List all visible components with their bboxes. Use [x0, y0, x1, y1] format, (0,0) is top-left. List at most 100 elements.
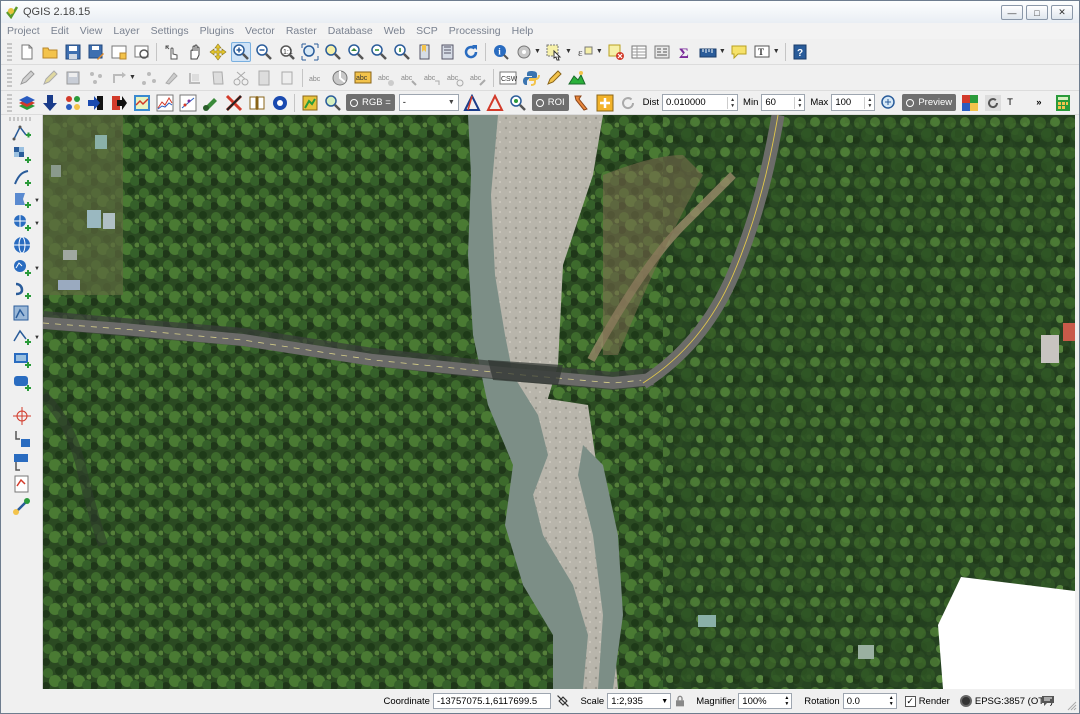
rotation-spinbox[interactable]: 0.0 ▲ ▼	[842, 693, 897, 709]
topology-checker-icon[interactable]	[11, 474, 33, 494]
min-spinbox[interactable]: 60 ▲ ▼	[761, 94, 806, 111]
menu-help[interactable]: Help	[512, 25, 534, 37]
gps-tools-icon[interactable]	[11, 452, 33, 472]
close-button[interactable]: ✕	[1051, 5, 1073, 20]
chevron-down-icon[interactable]: ▼	[34, 335, 40, 341]
move-label-icon[interactable]	[330, 68, 350, 88]
rgb-toggle[interactable]: RGB =	[346, 94, 395, 111]
add-delimited-text-icon[interactable]	[11, 168, 33, 188]
highlight-labels-icon[interactable]: abc	[307, 68, 327, 88]
add-feature-icon[interactable]	[86, 68, 106, 88]
redo-roi-icon[interactable]	[618, 93, 638, 113]
chevron-down-icon[interactable]: ▼	[34, 221, 40, 227]
toolbar-overflow-button[interactable]: »	[1036, 97, 1041, 108]
zoom-input-icon[interactable]	[508, 93, 528, 113]
new-spatialite-icon[interactable]	[11, 373, 33, 393]
zoom-roi-icon[interactable]	[323, 93, 343, 113]
menu-database[interactable]: Database	[328, 25, 373, 37]
rotate-label-icon[interactable]: abc	[353, 68, 373, 88]
statistics-icon[interactable]: Σ	[675, 42, 695, 62]
messages-icon[interactable]	[1041, 694, 1055, 707]
scp-dock-icon[interactable]	[132, 93, 152, 113]
render-checkbox[interactable]: ✓	[904, 695, 916, 707]
chevron-down-icon[interactable]: ▼	[34, 198, 40, 204]
add-wfs-icon[interactable]	[11, 258, 33, 278]
field-calculator-icon[interactable]	[652, 42, 672, 62]
classification-preview-icon[interactable]	[960, 93, 980, 113]
add-raster-layer-icon[interactable]	[11, 145, 33, 165]
crs-status[interactable]: EPSG:3857 (OTF)	[959, 695, 1053, 707]
zoom-to-layer-icon[interactable]	[346, 42, 366, 62]
settings-gear-icon[interactable]	[270, 93, 290, 113]
scatter-plot-icon[interactable]	[178, 93, 198, 113]
toggle-extents-icon[interactable]	[555, 693, 571, 709]
scale-combo[interactable]: 1:2,935 ▼	[607, 693, 672, 709]
label-show-hide-icon[interactable]: abc	[422, 68, 442, 88]
zoom-to-selection-icon[interactable]	[323, 42, 343, 62]
menu-view[interactable]: View	[80, 25, 103, 37]
menu-vector[interactable]: Vector	[245, 25, 275, 37]
label-icon[interactable]	[254, 68, 274, 88]
rgb-combo[interactable]: - ▼	[398, 94, 459, 111]
export-arrow-icon[interactable]	[109, 93, 129, 113]
identify-icon[interactable]: i	[491, 42, 511, 62]
redo-preview-icon[interactable]	[983, 93, 1003, 113]
georeferencer-icon[interactable]	[11, 406, 33, 426]
rgb-next-icon[interactable]	[485, 93, 505, 113]
menu-edit[interactable]: Edit	[51, 25, 69, 37]
change-label-icon[interactable]: abc	[376, 68, 396, 88]
coordinate-capture-icon[interactable]	[11, 429, 33, 449]
move-feature-icon[interactable]	[109, 68, 129, 88]
composer-manager-icon[interactable]	[132, 42, 152, 62]
add-mssql-icon[interactable]	[11, 304, 33, 324]
digitize-icon[interactable]	[544, 68, 564, 88]
text-annotation-icon[interactable]: T	[752, 42, 772, 62]
help-icon[interactable]: ?	[790, 42, 810, 62]
zoom-in-icon[interactable]	[230, 41, 251, 62]
roi-icon[interactable]	[300, 93, 320, 113]
label-change-icon[interactable]: abc	[468, 68, 488, 88]
pin-labels-icon[interactable]	[277, 68, 297, 88]
delete-selected-icon[interactable]	[162, 68, 182, 88]
touch-zoom-icon[interactable]	[162, 42, 182, 62]
menu-settings[interactable]: Settings	[151, 25, 189, 37]
menu-project[interactable]: Project	[7, 25, 40, 37]
menu-layer[interactable]: Layer	[113, 25, 139, 37]
calculator-icon[interactable]	[1053, 93, 1073, 113]
current-edits-icon[interactable]	[17, 68, 37, 88]
copy-features-icon[interactable]	[208, 68, 228, 88]
dist-spinbox[interactable]: 0.010000 ▲ ▼	[662, 94, 739, 111]
add-vector-layer-icon[interactable]	[11, 123, 33, 143]
rgb-prev-icon[interactable]	[462, 93, 482, 113]
label-pin-icon[interactable]: abc	[399, 68, 419, 88]
node-tool-icon[interactable]	[139, 68, 159, 88]
resize-grip-icon[interactable]	[1067, 701, 1077, 711]
label-rotate-icon[interactable]: abc	[445, 68, 465, 88]
toggle-editing-icon[interactable]	[40, 68, 60, 88]
lock-scale-icon[interactable]	[673, 693, 687, 709]
new-bookmark-icon[interactable]	[415, 42, 435, 62]
terrain-icon[interactable]	[567, 68, 587, 88]
open-project-icon[interactable]	[40, 42, 60, 62]
preview-toggle[interactable]: Preview	[902, 94, 957, 111]
post-processing-icon[interactable]	[247, 93, 267, 113]
map-tips-icon[interactable]	[729, 42, 749, 62]
coordinate-field[interactable]: -13757075.1,6117699.5	[432, 693, 551, 709]
refresh-icon[interactable]	[461, 42, 481, 62]
toolbar-grip[interactable]	[7, 42, 12, 61]
add-postgis-icon[interactable]	[11, 213, 33, 233]
run-action-icon[interactable]	[514, 42, 534, 62]
measure-icon[interactable]	[698, 42, 718, 62]
minimize-button[interactable]: —	[1001, 5, 1023, 20]
tools-icon[interactable]	[224, 93, 244, 113]
zoom-full-icon[interactable]	[300, 42, 320, 62]
toolbar-grip[interactable]	[7, 93, 12, 112]
zoom-native-icon[interactable]: 1:1	[277, 42, 297, 62]
max-spinbox[interactable]: 100 ▲ ▼	[831, 94, 876, 111]
zoom-last-icon[interactable]	[369, 42, 389, 62]
pan-icon[interactable]	[185, 42, 205, 62]
paste-features-icon[interactable]	[231, 68, 251, 88]
processing-toolbox-icon[interactable]	[11, 497, 33, 517]
maximize-button[interactable]: □	[1026, 5, 1048, 20]
csw-icon[interactable]: CSW	[498, 68, 518, 88]
